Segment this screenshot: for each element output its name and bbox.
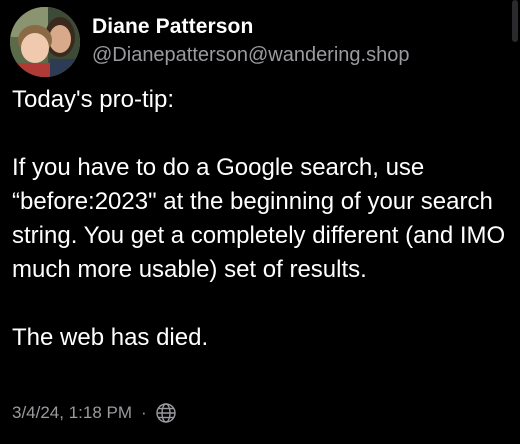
post-content: Today's pro-tip: If you have to do a Goo… <box>12 83 512 355</box>
meta-separator: · <box>141 403 147 422</box>
author-display-name[interactable]: Diane Patterson <box>92 15 253 39</box>
post-meta: 3/4/24, 1:18 PM · <box>12 399 177 427</box>
avatar-photo <box>10 7 80 77</box>
post-timestamp[interactable]: 3/4/24, 1:18 PM <box>12 403 132 423</box>
post-paragraph: The web has died. <box>12 324 209 351</box>
post-paragraph: Today's pro-tip: <box>12 86 174 113</box>
globe-icon <box>155 402 177 424</box>
post-paragraph: If you have to do a Google search, use “… <box>12 154 506 283</box>
avatar[interactable] <box>10 7 80 77</box>
scrollbar[interactable] <box>512 0 518 42</box>
post: Diane Patterson @Dianepatterson@wanderin… <box>0 0 520 444</box>
author-handle[interactable]: @Dianepatterson@wandering.shop <box>92 44 409 67</box>
